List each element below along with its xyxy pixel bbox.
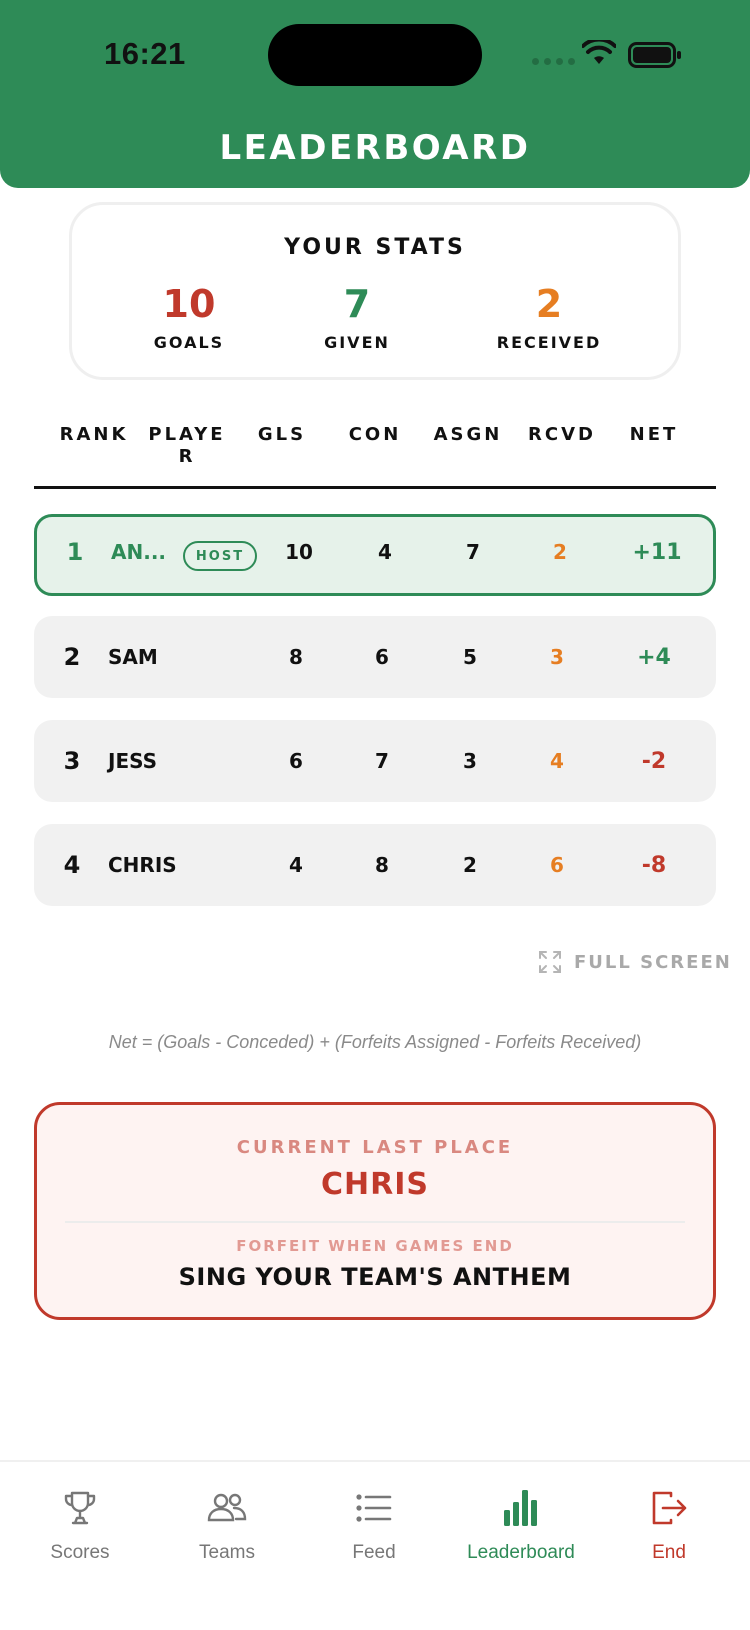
app-header: 16:21 LEADERBOARD (0, 0, 750, 188)
row-net: +4 (637, 644, 671, 670)
row-conceded: 7 (375, 749, 389, 773)
table-row[interactable]: 3 JESS 6 7 3 4 -2 (34, 720, 716, 802)
stat-given: 7 GIVEN (282, 285, 432, 352)
row-conceded: 6 (375, 645, 389, 669)
row-rank: 3 (63, 747, 81, 775)
stat-goals: 10 GOALS (114, 285, 264, 352)
table-row[interactable]: 2 SAM 8 6 5 3 +4 (34, 616, 716, 698)
row-player-name: CHRIS (108, 853, 177, 877)
dynamic-island (268, 24, 482, 86)
your-stats-card: YOUR STATS 10 GOALS 7 GIVEN 2 RECEIVED (69, 202, 681, 380)
row-player-name: JESS (108, 749, 158, 773)
row-received: 2 (553, 540, 567, 564)
list-icon (356, 1494, 392, 1522)
last-place-label: CURRENT LAST PLACE (236, 1137, 514, 1158)
row-conceded: 4 (378, 540, 392, 564)
fullscreen-label: FULL SCREEN (574, 951, 732, 973)
table-row-current-user[interactable]: 1 AN... HOST 10 4 7 2 +11 (34, 514, 716, 596)
expand-icon (539, 951, 561, 973)
leaderboard-screen: 16:21 LEADERBOARD YOUR STATS 10 GOALS 7 … (0, 0, 750, 1630)
row-assigned: 5 (463, 645, 477, 669)
column-header-goals: GLS (257, 424, 307, 445)
bar-chart-icon (504, 1490, 537, 1526)
row-goals: 6 (289, 749, 303, 773)
tab-scores-label: Scores (50, 1542, 110, 1563)
battery-icon (628, 42, 681, 68)
last-place-name: CHRIS (321, 1167, 429, 1202)
tab-end[interactable]: End (594, 1488, 744, 1564)
page-title: LEADERBOARD (219, 128, 531, 168)
tab-leaderboard[interactable]: Leaderboard (446, 1488, 596, 1564)
row-net: -2 (641, 748, 667, 774)
row-goals: 10 (285, 540, 313, 564)
forfeit-text: SING YOUR TEAM'S ANTHEM (178, 1263, 572, 1291)
column-header-player: PLAYER (148, 424, 226, 467)
column-header-assigned: ASGN (433, 424, 503, 445)
row-net: -8 (641, 852, 667, 878)
row-goals: 8 (289, 645, 303, 669)
tab-teams-label: Teams (199, 1542, 255, 1563)
wifi-icon (582, 40, 616, 64)
row-rank: 1 (66, 538, 84, 566)
row-assigned: 2 (463, 853, 477, 877)
users-icon (207, 1493, 247, 1522)
tab-teams[interactable]: Teams (152, 1488, 302, 1564)
stat-received-value: 2 (535, 282, 563, 326)
column-header-received: RCVD (528, 424, 596, 445)
fullscreen-button[interactable]: FULL SCREEN (538, 950, 732, 974)
tab-feed[interactable]: Feed (299, 1488, 449, 1564)
stat-goals-label: GOALS (153, 333, 225, 352)
forfeit-label: FORFEIT WHEN GAMES END (236, 1237, 514, 1255)
stat-received-label: RECEIVED (496, 333, 602, 352)
last-place-divider (65, 1221, 685, 1223)
trophy-icon (64, 1491, 96, 1525)
column-header-rank: RANK (59, 424, 129, 445)
row-conceded: 8 (375, 853, 389, 877)
row-net: +11 (632, 539, 682, 565)
your-stats-title: YOUR STATS (284, 235, 466, 260)
stat-goals-value: 10 (162, 282, 216, 326)
status-time: 16:21 (104, 36, 186, 71)
tab-bar: Scores Teams Feed Leaderboard End (0, 1460, 750, 1630)
row-rank: 4 (63, 851, 81, 879)
stat-given-label: GIVEN (324, 333, 390, 352)
row-assigned: 7 (466, 540, 480, 564)
stat-given-value: 7 (343, 282, 371, 326)
row-received: 6 (550, 853, 564, 877)
row-assigned: 3 (463, 749, 477, 773)
net-formula: Net = (Goals - Conceded) + (Forfeits Ass… (108, 1032, 642, 1052)
row-received: 4 (550, 749, 564, 773)
column-header-net: NET (629, 424, 679, 445)
tab-leaderboard-label: Leaderboard (467, 1542, 575, 1563)
row-received: 3 (550, 645, 564, 669)
tab-feed-label: Feed (352, 1542, 396, 1563)
table-header-divider (34, 486, 716, 489)
host-badge: HOST (183, 541, 257, 571)
row-player-name: SAM (108, 645, 158, 669)
last-place-card: CURRENT LAST PLACE CHRIS FORFEIT WHEN GA… (34, 1102, 716, 1320)
column-header-conceded: CON (348, 424, 402, 445)
stat-received: 2 RECEIVED (474, 285, 624, 352)
tab-scores[interactable]: Scores (5, 1488, 155, 1564)
row-goals: 4 (289, 853, 303, 877)
exit-icon (652, 1491, 687, 1525)
signal-icon (532, 58, 575, 65)
tab-end-label: End (652, 1542, 686, 1563)
row-rank: 2 (63, 643, 81, 671)
table-row[interactable]: 4 CHRIS 4 8 2 6 -8 (34, 824, 716, 906)
